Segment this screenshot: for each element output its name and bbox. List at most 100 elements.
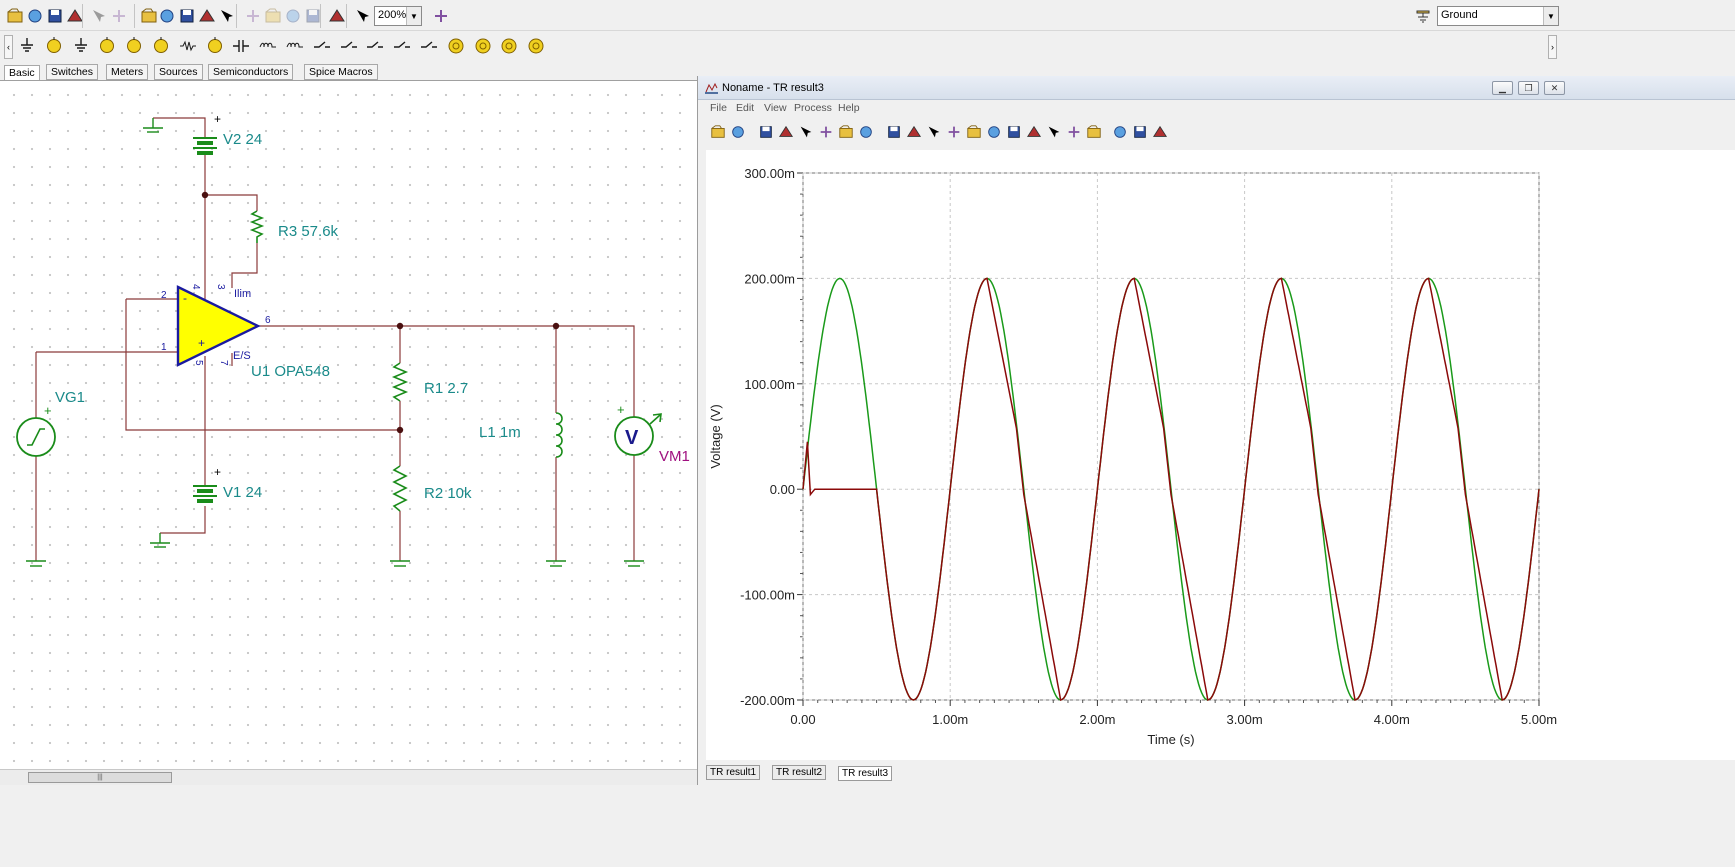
result-toolbar bbox=[698, 118, 1735, 146]
capacitor-icon[interactable] bbox=[230, 35, 252, 57]
ground-place-icon[interactable] bbox=[1412, 5, 1434, 27]
minimize-icon[interactable]: ▁ bbox=[1492, 81, 1513, 95]
zener-icon[interactable] bbox=[391, 35, 413, 57]
pencil-icon[interactable] bbox=[176, 5, 198, 27]
plot-area[interactable]: 300.00m 200.00m 100.00m 0.00 -100.00m -200.00… bbox=[706, 150, 1735, 760]
cursor-a-icon[interactable] bbox=[904, 122, 923, 142]
switch-icon[interactable] bbox=[311, 35, 333, 57]
menu-file[interactable]: File bbox=[710, 102, 727, 114]
switch-spdt-icon[interactable] bbox=[364, 35, 386, 57]
waveform-icon[interactable] bbox=[1044, 122, 1063, 142]
lamp-icon[interactable] bbox=[445, 35, 467, 57]
chevron-down-icon[interactable]: ▼ bbox=[406, 7, 421, 25]
grid-icon[interactable] bbox=[856, 122, 875, 142]
tab-tr-result1[interactable]: TR result1 bbox=[706, 765, 761, 780]
toolbar-separator bbox=[134, 4, 135, 28]
l1-label: L1 1m bbox=[479, 424, 521, 441]
y-tick-label: -200.00m bbox=[740, 693, 795, 708]
text-tool-icon[interactable] bbox=[196, 5, 218, 27]
undo-icon[interactable] bbox=[262, 5, 284, 27]
tab-tr-result3[interactable]: TR result3 bbox=[838, 766, 893, 781]
scrollbar-thumb[interactable]: ||| bbox=[28, 772, 172, 783]
tab-basic[interactable]: Basic bbox=[4, 65, 40, 81]
lamp-ib-icon[interactable] bbox=[498, 35, 520, 57]
arrow-left-icon[interactable] bbox=[1110, 122, 1129, 142]
pin-3: 3 bbox=[215, 284, 226, 290]
paste-icon[interactable] bbox=[108, 5, 130, 27]
signal-generator-vg1-icon[interactable] bbox=[16, 417, 56, 457]
close-icon[interactable]: ✕ bbox=[1544, 81, 1565, 95]
line-icon[interactable] bbox=[964, 122, 983, 142]
menu-help[interactable]: Help bbox=[838, 102, 860, 114]
scroll-left-icon[interactable]: ‹ bbox=[4, 35, 13, 59]
y-axis-label: Voltage (V) bbox=[708, 404, 723, 468]
inductor-icon[interactable] bbox=[257, 35, 279, 57]
open-icon[interactable] bbox=[4, 5, 26, 27]
resistor-icon[interactable] bbox=[177, 35, 199, 57]
zoom-combo[interactable]: 200% ▼ bbox=[374, 6, 422, 26]
resistor-r2-icon[interactable] bbox=[392, 465, 408, 512]
wire-tool-icon[interactable] bbox=[156, 5, 178, 27]
save-icon[interactable] bbox=[728, 122, 747, 142]
es-label: E/S bbox=[233, 350, 251, 362]
menu-view[interactable]: View bbox=[764, 102, 787, 114]
ammeter-icon[interactable] bbox=[150, 35, 172, 57]
circle-icon[interactable] bbox=[984, 122, 1003, 142]
open-icon[interactable] bbox=[708, 122, 727, 142]
redo-icon[interactable] bbox=[282, 5, 304, 27]
curve-icon[interactable] bbox=[944, 122, 963, 142]
resistor-r1-icon[interactable] bbox=[391, 362, 409, 402]
paste-icon[interactable] bbox=[776, 122, 795, 142]
tab-switches[interactable]: Switches bbox=[46, 64, 99, 80]
corner-icon[interactable] bbox=[1084, 122, 1103, 142]
result-window-titlebar[interactable]: Noname - TR result3 ▁ ❐ ✕ bbox=[698, 76, 1735, 100]
battery-v1-icon[interactable] bbox=[193, 485, 217, 503]
transformer-icon[interactable] bbox=[284, 35, 306, 57]
maximize-icon[interactable]: ❐ bbox=[1518, 81, 1539, 95]
tab-spice-macros[interactable]: Spice Macros bbox=[304, 64, 378, 80]
arrow-updown-icon[interactable] bbox=[1130, 122, 1149, 142]
battery-icon[interactable] bbox=[70, 35, 92, 57]
grid-icon[interactable] bbox=[326, 5, 348, 27]
tab-semiconductors[interactable]: Semiconductors bbox=[208, 64, 294, 80]
zoom-out-icon[interactable] bbox=[836, 122, 855, 142]
ground-combo[interactable]: Ground ▼ bbox=[1437, 6, 1559, 26]
select-arrow-icon[interactable] bbox=[796, 122, 815, 142]
chevron-down-icon[interactable]: ▼ bbox=[1543, 7, 1558, 25]
cursor-b-icon[interactable] bbox=[924, 122, 943, 142]
text-tool-icon[interactable] bbox=[884, 122, 903, 142]
marker-icon[interactable] bbox=[1004, 122, 1023, 142]
voltage-pin-icon[interactable] bbox=[43, 35, 65, 57]
arrow-right-icon[interactable] bbox=[1150, 122, 1169, 142]
delete-icon[interactable] bbox=[242, 5, 264, 27]
save-icon[interactable] bbox=[44, 5, 66, 27]
inductor-l1-icon[interactable] bbox=[555, 412, 563, 458]
current-pin-icon[interactable] bbox=[96, 35, 118, 57]
tab-meters[interactable]: Meters bbox=[106, 64, 149, 80]
cursor-cross-icon[interactable] bbox=[1024, 122, 1043, 142]
menu-process[interactable]: Process bbox=[794, 102, 832, 114]
copy-icon[interactable] bbox=[756, 122, 775, 142]
resistor-r3-icon[interactable] bbox=[249, 210, 265, 243]
ground-icon[interactable] bbox=[16, 35, 38, 57]
menu-edit[interactable]: Edit bbox=[736, 102, 754, 114]
lamp-ic2-icon[interactable] bbox=[525, 35, 547, 57]
copy-icon[interactable] bbox=[88, 5, 110, 27]
browse-icon[interactable] bbox=[24, 5, 46, 27]
rotate-text-icon[interactable] bbox=[216, 5, 238, 27]
battery-v2-icon[interactable] bbox=[193, 137, 217, 155]
tab-sources[interactable]: Sources bbox=[154, 64, 203, 80]
tab-tr-result2[interactable]: TR result2 bbox=[772, 765, 827, 780]
zoom-icon[interactable] bbox=[352, 5, 374, 27]
dc-analysis-icon[interactable] bbox=[430, 5, 452, 27]
zoom-in-icon[interactable] bbox=[816, 122, 835, 142]
potentiometer-icon[interactable] bbox=[204, 35, 226, 57]
voltmeter-icon[interactable] bbox=[123, 35, 145, 57]
scroll-right-icon[interactable]: › bbox=[1548, 35, 1557, 59]
pen-icon[interactable] bbox=[1064, 122, 1083, 142]
lamp-ic-icon[interactable] bbox=[472, 35, 494, 57]
relay-icon[interactable] bbox=[338, 35, 360, 57]
schematic-horizontal-scrollbar[interactable]: ||| bbox=[0, 769, 697, 785]
schematic-canvas[interactable]: + V2 24 + V1 24 R3 57.6k R1 2.7 R2 10k L… bbox=[0, 80, 697, 769]
probe-icon[interactable] bbox=[418, 35, 440, 57]
